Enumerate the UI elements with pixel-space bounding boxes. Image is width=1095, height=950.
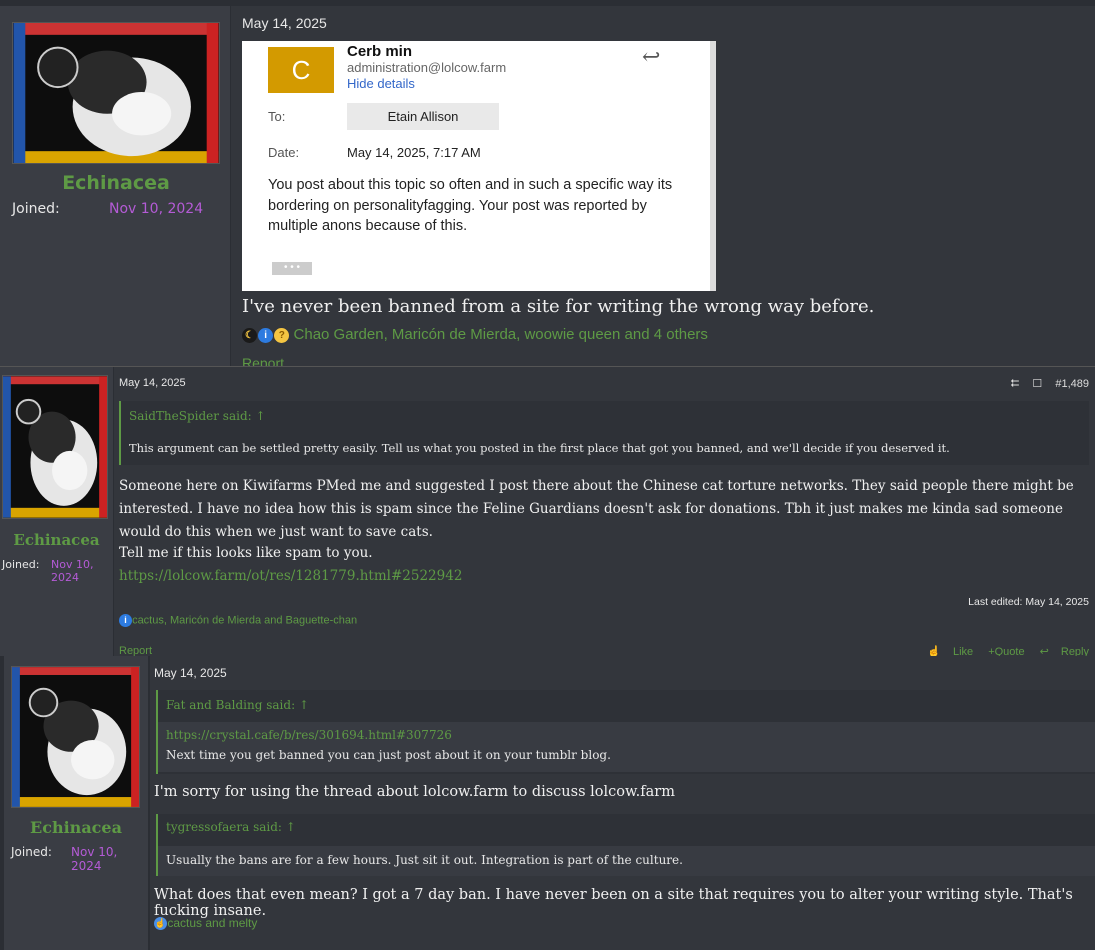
username[interactable]: Echinacea xyxy=(0,531,113,549)
username[interactable]: Echinacea xyxy=(12,172,220,194)
post-2: Echinacea Joined: Nov 10, 2024 May 14, 2… xyxy=(0,366,1095,656)
email-address: administration@lolcow.farm xyxy=(347,60,507,75)
reaction-bar[interactable]: ☝ cactus and melty xyxy=(154,916,258,931)
reaction-users: cactus, Maricón de Mierda and Baguette-c… xyxy=(132,614,358,627)
to-value: Etain Allison xyxy=(347,103,499,130)
thinking-face-icon: ? xyxy=(274,328,290,344)
cat-avatar-image xyxy=(13,23,219,163)
sender-avatar: C xyxy=(268,47,334,93)
bookmark-icon[interactable]: ☐ xyxy=(1032,378,1042,390)
quote-block: Fat and Balding said: ↑ https://crystal.… xyxy=(156,690,1095,774)
more-dots-icon: • • • xyxy=(272,262,312,275)
post-message: I've never been banned from a site for w… xyxy=(242,296,875,317)
post-line: What does that even mean? I got a 7 day … xyxy=(154,887,1073,919)
date-label: Date: xyxy=(268,145,300,160)
post-date[interactable]: May 14, 2025 xyxy=(119,377,186,389)
post-main: May 14, 2025 Fat and Balding said: ↑ htt… xyxy=(150,656,1095,950)
email-date: May 14, 2025, 7:17 AM xyxy=(347,145,481,160)
post-main: May 14, 2025 ⮄ ☐ #1,489 SaidTheSpider sa… xyxy=(114,367,1095,656)
email-screenshot: C Cerb min administration@lolcow.farm Hi… xyxy=(242,41,716,291)
go-to-quote-icon: ↑ xyxy=(255,409,266,423)
quote-link[interactable]: https://crystal.cafe/b/res/301694.html#3… xyxy=(166,728,1087,742)
post-1: Echinacea Joined: Nov 10, 2024 May 14, 2… xyxy=(0,0,1095,366)
post-paragraph: Tell me if this looks like spam to you. xyxy=(119,545,373,561)
go-to-quote-icon: ↑ xyxy=(298,698,310,712)
joined-label: Joined: xyxy=(11,845,52,859)
reaction-bar[interactable]: i cactus, Maricón de Mierda and Baguette… xyxy=(119,614,357,627)
user-sidebar: Echinacea Joined: Nov 10, 2024 xyxy=(0,0,230,366)
reply-arrow-icon: ↩ xyxy=(642,45,661,70)
post-actions: ☝ Like +Quote ↩ Reply xyxy=(915,645,1089,656)
quote-author[interactable]: SaidTheSpider said: ↑ xyxy=(129,409,266,423)
quote-button[interactable]: +Quote xyxy=(988,646,1024,656)
reaction-bar[interactable]: ☾ i ? Chao Garden, Maricón de Mierda, wo… xyxy=(242,326,708,344)
crescent-moon-icon: ☾ xyxy=(242,328,257,344)
user-sidebar: Echinacea Joined: Nov 10, 2024 xyxy=(4,656,148,950)
post-number[interactable]: #1,489 xyxy=(1055,378,1089,390)
cat-avatar-image xyxy=(12,667,139,807)
info-icon: i xyxy=(119,614,132,627)
quote-block: tygressofaera said: ↑ Usually the bans a… xyxy=(156,814,1095,876)
post-date[interactable]: May 14, 2025 xyxy=(154,666,227,680)
report-link[interactable]: Report xyxy=(242,355,284,366)
email-sender: Cerb min xyxy=(347,43,413,60)
avatar[interactable] xyxy=(11,666,140,808)
joined-date: Nov 10, 2024 xyxy=(71,845,118,873)
avatar[interactable] xyxy=(12,22,220,164)
reaction-users: cactus and melty xyxy=(167,916,258,930)
quote-text: This argument can be settled pretty easi… xyxy=(129,441,950,455)
last-edited[interactable]: Last edited: May 14, 2025 xyxy=(968,596,1089,608)
cat-avatar-image xyxy=(3,376,107,518)
quote-author[interactable]: Fat and Balding said: ↑ xyxy=(166,698,309,712)
report-link[interactable]: Report xyxy=(119,645,152,656)
reaction-users: Chao Garden, Maricón de Mierda, woowie q… xyxy=(293,326,708,343)
quote-author[interactable]: tygressofaera said: ↑ xyxy=(166,820,296,834)
to-label: To: xyxy=(268,109,286,124)
thumbs-up-icon: ☝ xyxy=(154,917,167,931)
like-button[interactable]: ☝ Like xyxy=(927,646,973,656)
user-sidebar: Echinacea Joined: Nov 10, 2024 xyxy=(0,367,113,656)
quote-text: Usually the bans are for a few hours. Ju… xyxy=(166,853,683,867)
info-icon: i xyxy=(258,328,274,344)
hide-details-link: Hide details xyxy=(347,76,415,91)
joined-date: Nov 10, 2024 xyxy=(109,201,204,217)
quote-block: SaidTheSpider said: ↑ This argument can … xyxy=(119,401,1089,465)
share-icon[interactable]: ⮄ xyxy=(1011,378,1020,390)
post-3: Echinacea Joined: Nov 10, 2024 May 14, 2… xyxy=(4,656,1095,950)
reply-button[interactable]: ↩ Reply xyxy=(1040,646,1089,656)
avatar[interactable] xyxy=(2,375,108,519)
quote-text: Next time you get banned you can just po… xyxy=(166,748,611,762)
post-date[interactable]: May 14, 2025 xyxy=(242,15,327,31)
email-body: You post about this topic so often and i… xyxy=(268,177,673,234)
username[interactable]: Echinacea xyxy=(4,818,148,837)
post-link[interactable]: https://lolcow.farm/ot/res/1281779.html#… xyxy=(119,568,462,584)
go-to-quote-icon: ↑ xyxy=(285,820,296,834)
post-tools: ⮄ ☐ #1,489 xyxy=(1001,377,1089,391)
joined-date: Nov 10, 2024 xyxy=(51,558,94,584)
joined-label: Joined: xyxy=(12,201,60,217)
post-paragraph: Someone here on Kiwifarms PMed me and su… xyxy=(119,478,1074,540)
joined-label: Joined: xyxy=(2,558,40,571)
post-line: I'm sorry for using the thread about lol… xyxy=(154,784,675,800)
